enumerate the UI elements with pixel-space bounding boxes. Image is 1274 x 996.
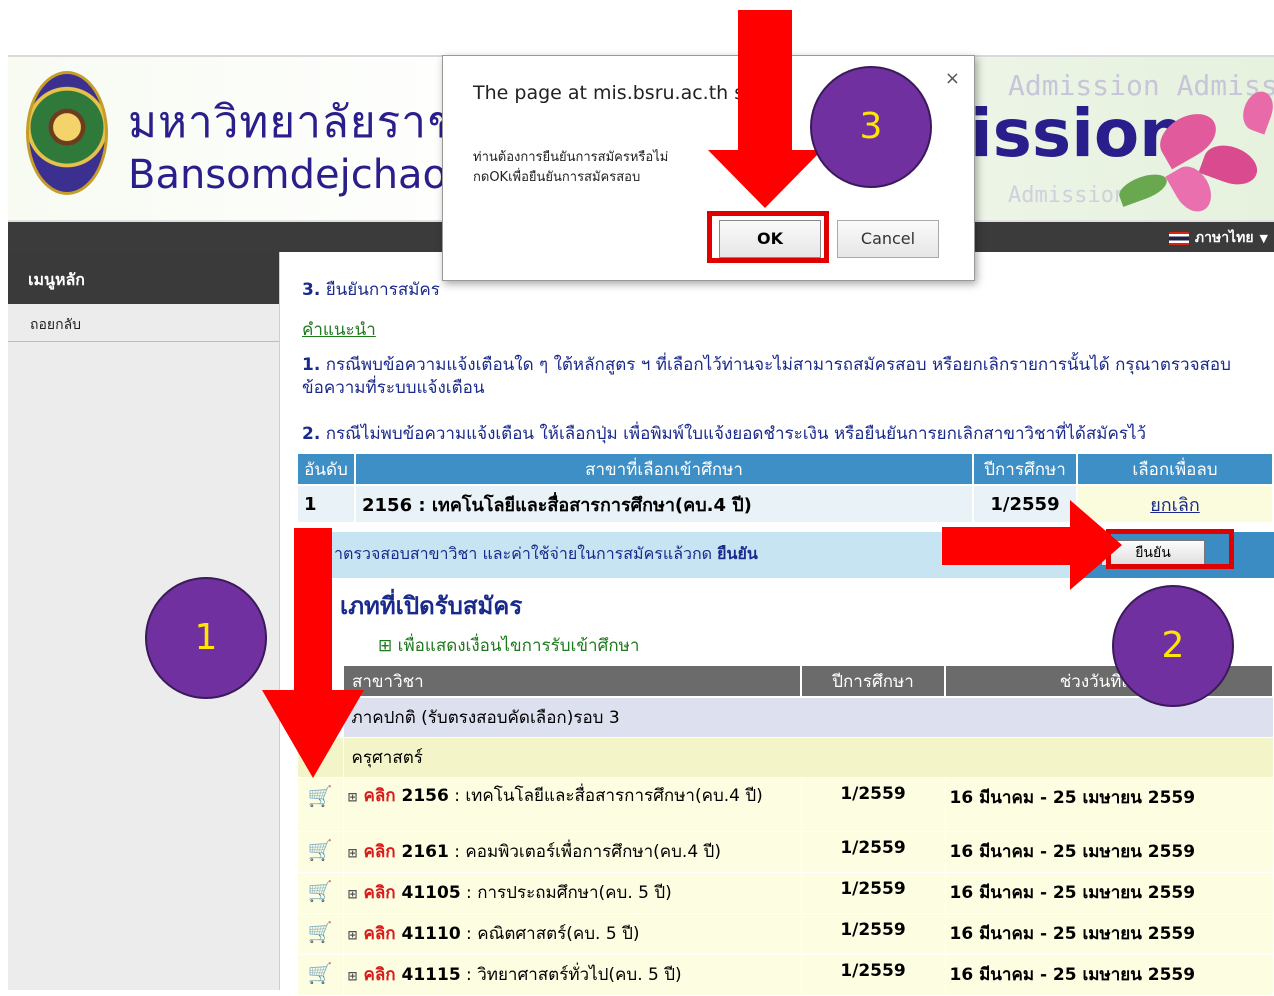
program-name: : คอมพิวเตอร์เพื่อการศึกษา(คบ.4 ปี) xyxy=(448,842,721,862)
advice-link[interactable]: คำแนะนำ xyxy=(302,316,376,343)
table-row: 🛒 ⊞ คลิก 41115 : วิทยาศาสตร์ทั่วไป(คบ. 5… xyxy=(296,954,1274,996)
cart-icon[interactable]: 🛒 xyxy=(296,831,344,873)
cart-icon[interactable]: 🛒 xyxy=(296,954,344,996)
instruction-2-text: กรณีไม่พบข้อความแจ้งเตือน ให้เลือกปุ่ม เ… xyxy=(320,424,1147,444)
dialog-message-line-2: กดOKเพื่อยืนยันการสมัครสอบ xyxy=(473,170,641,185)
program-code: 41105 xyxy=(401,883,461,903)
year-cell: 1/2559 xyxy=(800,777,946,832)
column-header-delete: เลือกเพื่อลบ xyxy=(1076,452,1274,486)
column-header-year: ปีการศึกษา xyxy=(972,452,1078,486)
click-link[interactable]: คลิก xyxy=(363,842,395,862)
table-row: 🛒 ⊞ คลิก 2156 : เทคโนโลยีและสื่อสารการศึ… xyxy=(296,777,1274,832)
year-cell: 1/2559 xyxy=(800,954,946,996)
expand-icon[interactable]: ⊞ xyxy=(348,846,358,860)
period-cell: 16 มีนาคม - 25 เมษายน 2559 xyxy=(944,777,1274,832)
step-number: 3. xyxy=(302,280,321,300)
table-row: 🛒 ⊞ คลิก 2161 : คอมพิวเตอร์เพื่อการศึกษา… xyxy=(296,831,1274,873)
instruction-1-number: 1. xyxy=(302,355,321,375)
selected-programs-table: อันดับ สาขาที่เลือกเข้าศึกษา ปีการศึกษา … xyxy=(296,452,1274,524)
year-cell: 1/2559 xyxy=(800,831,946,873)
semester-label: ภาคปกติ (รับตรงสอบคัดเลือก)รอบ 3 xyxy=(342,696,1274,738)
period-cell: 16 มีนาคม - 25 เมษายน 2559 xyxy=(944,872,1274,914)
semester-row: ภาคปกติ (รับตรงสอบคัดเลือก)รอบ 3 xyxy=(296,696,1274,738)
confirm-instruction: าตรวจสอบสาขาวิชา และค่าใช้จ่ายในการสมัคร… xyxy=(334,542,758,567)
program-code: 41110 xyxy=(401,924,461,944)
instruction-2: 2. กรณีไม่พบข้อความแจ้งเตือน ให้เลือกปุ่… xyxy=(302,420,1267,447)
click-link[interactable]: คลิก xyxy=(363,883,395,903)
column-header-rank: อันดับ xyxy=(296,452,356,486)
period-cell: 16 มีนาคม - 25 เมษายน 2559 xyxy=(944,913,1274,955)
table-row: 🛒 ⊞ คลิก 41105 : การประถมศึกษา(คบ. 5 ปี)… xyxy=(296,872,1274,914)
university-seal-logo xyxy=(26,71,108,195)
instruction-1-text: กรณีพบข้อความแจ้งเตือนใด ๆ ใต้หลักสูตร ฯ… xyxy=(302,355,1231,398)
faculty-label: ครุศาสตร์ xyxy=(342,737,1274,778)
confirm-instruction-text: าตรวจสอบสาขาวิชา และค่าใช้จ่ายในการสมัคร… xyxy=(334,544,718,563)
expand-icon[interactable]: ⊞ xyxy=(348,969,358,983)
cart-icon[interactable]: 🛒 xyxy=(296,777,344,832)
click-link[interactable]: คลิก xyxy=(363,786,395,806)
delete-cell: ยกเลิก xyxy=(1076,484,1274,524)
column-header-program: สาขาที่เลือกเข้าศึกษา xyxy=(354,452,974,486)
year-cell: 1/2559 xyxy=(800,913,946,955)
period-cell: 16 มีนาคม - 25 เมษายน 2559 xyxy=(944,954,1274,996)
sidebar-heading: เมนูหลัก xyxy=(8,252,279,304)
thai-flag-icon xyxy=(1168,231,1189,245)
instruction-2-number: 2. xyxy=(302,424,321,444)
step-badge-3: 3 xyxy=(810,66,932,188)
step-title-text: ยืนยันการสมัคร xyxy=(320,280,440,300)
sidebar-item-back[interactable]: ถอยกลับ xyxy=(8,304,279,342)
chevron-down-icon: ▼ xyxy=(1259,231,1268,245)
ok-highlight-box xyxy=(707,211,829,263)
open-programs-heading: เภทที่เปิดรับสมัคร xyxy=(340,592,523,620)
admission-title: ission xyxy=(970,95,1187,172)
click-link[interactable]: คลิก xyxy=(363,965,395,985)
step-badge-1: 1 xyxy=(145,577,267,699)
dialog-message: ท่านต้องการยืนยันการสมัครหรือไม่ กดOKเพื… xyxy=(473,148,668,188)
dialog-message-line-1: ท่านต้องการยืนยันการสมัครหรือไม่ xyxy=(473,150,669,165)
confirm-highlight-box xyxy=(1106,529,1234,569)
open-programs-table: สาขาวิชา ปีการศึกษา ช่วงวันที่เปิดร ภาคป… xyxy=(296,664,1274,996)
faculty-row: ครุศาสตร์ xyxy=(296,737,1274,778)
program-cell: 2156 : เทคโนโลยีและสื่อสารการศึกษา(คบ.4 … xyxy=(354,484,974,524)
period-cell: 16 มีนาคม - 25 เมษายน 2559 xyxy=(944,831,1274,873)
program-name: : คณิตศาสตร์(คบ. 5 ปี) xyxy=(460,924,640,944)
program-name: : เทคโนโลยีและสื่อสารการศึกษา(คบ.4 ปี) xyxy=(448,786,763,806)
year-cell: 1/2559 xyxy=(800,872,946,914)
cart-icon[interactable]: 🛒 xyxy=(296,872,344,914)
instruction-1: 1. กรณีพบข้อความแจ้งเตือนใด ๆ ใต้หลักสูต… xyxy=(302,354,1267,400)
program-code: 41115 xyxy=(401,965,461,985)
cart-column-header xyxy=(296,664,344,698)
year-cell: 1/2559 xyxy=(972,484,1078,524)
expand-icon[interactable]: ⊞ xyxy=(348,790,358,804)
dialog-title: The page at mis.bsru.ac.th s xyxy=(473,82,745,104)
expand-icon[interactable]: ⊞ xyxy=(348,928,358,942)
admission-watermark-lower: Admission xyxy=(1008,183,1128,208)
click-link[interactable]: คลิก xyxy=(363,924,395,944)
table-row: 🛒 ⊞ คลิก 41110 : คณิตศาสตร์(คบ. 5 ปี) 1/… xyxy=(296,913,1274,955)
language-selector[interactable]: ภาษาไทย ▼ xyxy=(1168,227,1268,249)
program-code: 2156 xyxy=(401,786,449,806)
cancel-button[interactable]: Cancel xyxy=(837,220,939,258)
column-header-year: ปีการศึกษา xyxy=(800,664,946,698)
rank-cell: 1 xyxy=(296,484,356,524)
leaf-decoration xyxy=(1115,169,1171,207)
show-conditions-link[interactable]: ⊞ เพื่อแสดงเงื่อนไขการรับเข้าศึกษา xyxy=(378,632,639,659)
expand-icon[interactable]: ⊞ xyxy=(348,887,358,901)
cancel-selection-link[interactable]: ยกเลิก xyxy=(1150,495,1200,516)
program-name: : วิทยาศาสตร์ทั่วไป(คบ. 5 ปี) xyxy=(460,965,682,985)
table-row: 1 2156 : เทคโนโลยีและสื่อสารการศึกษา(คบ.… xyxy=(296,484,1274,524)
column-header-program: สาขาวิชา xyxy=(342,664,802,698)
confirm-inline-link: ยืนยัน xyxy=(717,544,758,563)
program-code: 2161 xyxy=(401,842,449,862)
close-icon[interactable]: × xyxy=(945,68,960,89)
step-badge-2: 2 xyxy=(1112,585,1234,707)
program-name: : การประถมศึกษา(คบ. 5 ปี) xyxy=(460,883,672,903)
cart-icon[interactable]: 🛒 xyxy=(296,913,344,955)
language-label: ภาษาไทย xyxy=(1194,230,1254,246)
page-title: 3. ยืนยันการสมัคร xyxy=(302,276,440,303)
